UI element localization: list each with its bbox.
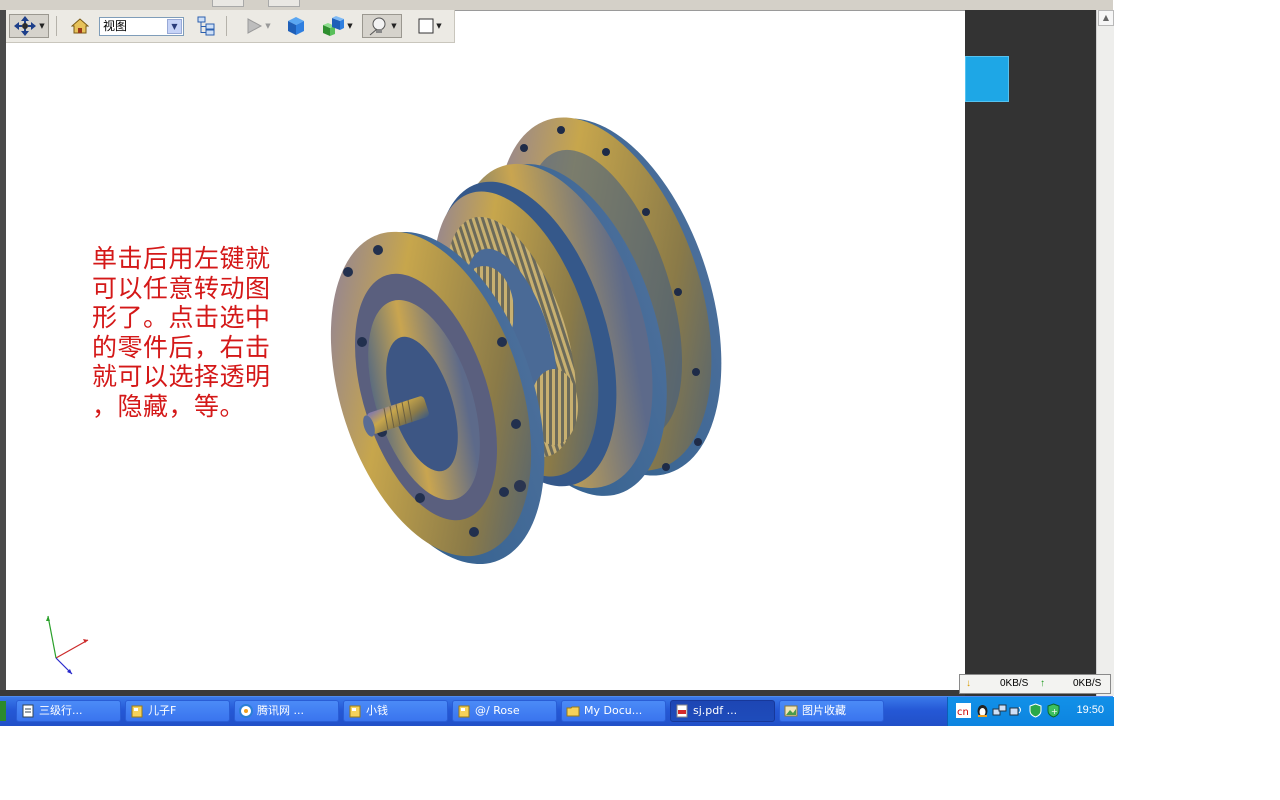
- background-color-button[interactable]: ▼: [412, 14, 448, 38]
- render-mode-button[interactable]: [284, 14, 308, 38]
- taskbar-item[interactable]: 图片收藏: [779, 700, 884, 722]
- lighting-button[interactable]: ▼: [362, 14, 402, 38]
- folder-note-icon: [349, 705, 361, 718]
- home-view-button[interactable]: [68, 14, 92, 38]
- svg-text:cn: cn: [957, 707, 969, 718]
- axis-triad-icon: [46, 615, 89, 675]
- taskbar-item[interactable]: @/ Rose: [452, 700, 557, 722]
- taskbar-item-label: 儿子F: [148, 704, 177, 717]
- side-panel: [965, 10, 1096, 696]
- note-line: 单击后用左键就: [92, 244, 271, 273]
- background-color-icon: [418, 18, 434, 34]
- taskbar-item[interactable]: 儿子F: [125, 700, 230, 722]
- note-line: 可以任意转动图: [92, 273, 271, 303]
- chevron-down-icon: ▼: [347, 22, 353, 30]
- taskbar-item-label: sj.pdf ...: [693, 704, 738, 717]
- model-tree-icon: [197, 16, 215, 36]
- note-line: 形了。点击选中: [92, 303, 271, 332]
- document-icon: [22, 704, 34, 718]
- folder-note-icon: [131, 705, 143, 718]
- download-arrow-icon: ↓: [966, 678, 971, 689]
- taskbar-item-label: My Docu...: [584, 704, 643, 717]
- note-line: 的零件后，右击: [92, 332, 271, 362]
- cubes-icon: [323, 16, 345, 36]
- taskbar-item[interactable]: 腾讯网 ...: [234, 700, 339, 722]
- play-animation-button[interactable]: ▼: [240, 14, 276, 38]
- play-icon: [247, 18, 263, 34]
- download-speed: 0KB/S: [1000, 678, 1029, 689]
- browser-icon: [239, 704, 253, 718]
- security-shield-icon[interactable]: +: [1046, 703, 1061, 718]
- tab-fragment: [212, 0, 244, 7]
- taskbar-item-active[interactable]: sj.pdf ...: [670, 700, 775, 722]
- chevron-down-icon: ▼: [436, 22, 442, 30]
- taskbar-item[interactable]: My Docu...: [561, 700, 666, 722]
- rotate-tool-button[interactable]: ▼: [9, 14, 49, 38]
- taskbar-item-label: 图片收藏: [802, 704, 846, 717]
- chevron-down-icon: ▼: [39, 22, 45, 30]
- clock[interactable]: 19:50: [1076, 704, 1104, 716]
- 3d-tools-button[interactable]: ▼: [316, 14, 356, 38]
- separator: [226, 16, 227, 36]
- pictures-icon: [784, 705, 798, 717]
- solid-cube-icon: [288, 17, 304, 35]
- svg-text:+: +: [1051, 707, 1058, 716]
- shield-icon[interactable]: [1028, 703, 1043, 718]
- network-computers-icon[interactable]: [992, 703, 1007, 718]
- upload-speed: 0KB/S: [1073, 678, 1102, 689]
- start-button[interactable]: [0, 701, 6, 721]
- taskbar: 三级行... 儿子F 腾讯网 ... 小钱 @/ Rose My Docu...…: [0, 696, 1114, 726]
- note-line: 就可以选择透明: [92, 362, 271, 391]
- folder-note-icon: [458, 705, 470, 718]
- rotate-arrows-icon: [14, 16, 37, 36]
- wireless-network-icon[interactable]: [1009, 703, 1024, 718]
- chevron-down-icon: ▼: [391, 22, 397, 30]
- input-method-icon[interactable]: cn: [956, 703, 971, 718]
- system-tray: cn + 19:50: [947, 697, 1114, 726]
- separator: [56, 16, 57, 36]
- view-select[interactable]: 视图 ▼: [99, 17, 184, 36]
- gearbox-3d-model[interactable]: [306, 100, 736, 570]
- home-icon: [71, 18, 89, 34]
- view-select-value: 视图: [103, 19, 128, 33]
- folder-icon: [566, 706, 580, 717]
- upload-arrow-icon: ↑: [1040, 678, 1045, 689]
- taskbar-item[interactable]: 小钱: [343, 700, 448, 722]
- taskbar-item-label: 腾讯网 ...: [257, 704, 304, 717]
- chevron-down-icon[interactable]: ▼: [167, 19, 182, 34]
- taskbar-item-label: 三级行...: [39, 704, 83, 717]
- 3d-toolbar: ▼ 视图 ▼ ▼ ▼ ▼ ▼: [6, 10, 455, 43]
- taskbar-item-label: 小钱: [366, 704, 388, 717]
- model-tree-button[interactable]: [194, 14, 218, 38]
- light-bulb-icon: [369, 17, 386, 36]
- taskbar-item[interactable]: 三级行...: [16, 700, 121, 722]
- taskbar-item-label: @/ Rose: [475, 704, 520, 717]
- side-panel-tile[interactable]: [965, 56, 1009, 102]
- 3d-viewport[interactable]: 单击后用左键就 可以任意转动图 形了。点击选中 的零件后，右击 就可以选择透明 ，隐藏，等…: [6, 12, 965, 690]
- chevron-down-icon: ▼: [265, 22, 271, 30]
- network-speed-monitor: ↓ 0KB/S ↑ 0KB/S: [959, 674, 1111, 694]
- qq-penguin-icon[interactable]: [975, 703, 990, 718]
- scroll-up-icon[interactable]: ▲: [1098, 10, 1114, 26]
- pdf-icon: [676, 704, 688, 718]
- tab-fragment: [268, 0, 300, 7]
- instruction-note: 单击后用左键就 可以任意转动图 形了。点击选中 的零件后，右击 就可以选择透明 ，隐藏，等…: [92, 244, 307, 421]
- vertical-scrollbar[interactable]: ▲: [1096, 10, 1114, 696]
- note-line: ，隐藏，等。: [92, 391, 246, 421]
